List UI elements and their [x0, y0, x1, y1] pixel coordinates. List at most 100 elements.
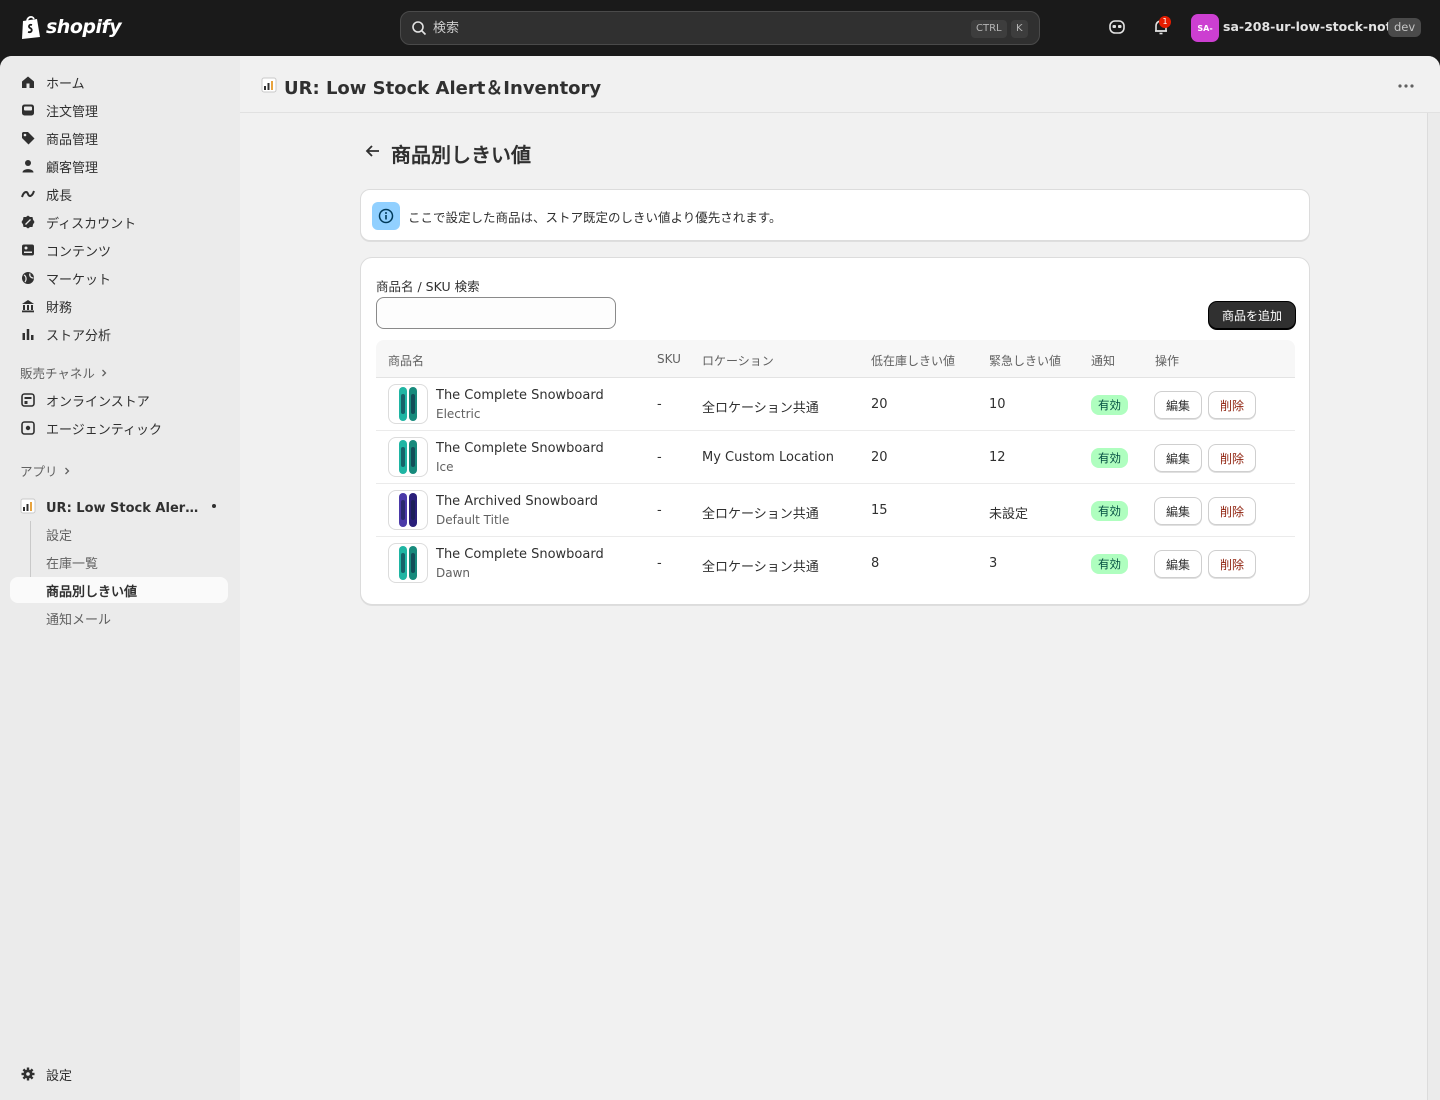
- column-header-location: ロケーション: [702, 354, 774, 368]
- chevron-right-icon: [101, 369, 107, 376]
- subnav-product-thresholds[interactable]: 商品別しきい値: [10, 577, 228, 603]
- store-icon: [20, 392, 36, 408]
- low-threshold-cell: 20: [871, 450, 888, 465]
- admin-frame: ホーム 注文管理 商品管理 顧客管理 成長 ディスカウント コンテンツ マーケッ…: [0, 56, 1440, 1100]
- sales-channels-label: 販売チャネル: [20, 366, 95, 381]
- search-input[interactable]: [433, 12, 953, 44]
- sidebar-item-discounts[interactable]: ディスカウント: [10, 209, 228, 235]
- sku-cell: -: [657, 397, 662, 412]
- app-title: UR: Low Stock Alert＆Inventory: [284, 78, 602, 99]
- notification-count-badge: 1: [1159, 16, 1171, 28]
- app-pin-dot: [212, 504, 216, 508]
- urgent-threshold-cell: 12: [989, 450, 1006, 465]
- low-threshold-cell: 15: [871, 503, 888, 518]
- sidekick-button[interactable]: [1106, 16, 1128, 38]
- status-badge: 有効: [1091, 395, 1128, 415]
- location-cell: My Custom Location: [702, 450, 834, 465]
- sidebar-item-label: 商品管理: [46, 132, 99, 148]
- product-thumbnail: [388, 384, 428, 424]
- sidebar-item-content[interactable]: コンテンツ: [10, 237, 228, 263]
- delete-button[interactable]: 削除: [1208, 497, 1256, 525]
- product-name: The Complete Snowboard: [436, 441, 604, 456]
- column-header-product: 商品名: [388, 354, 425, 368]
- subnav-settings[interactable]: 設定: [10, 521, 228, 547]
- sidebar-item-label: エージェンティック: [46, 422, 162, 438]
- table-row: The Complete Snowboard Ice - My Custom L…: [376, 431, 1295, 484]
- edit-button[interactable]: 編集: [1154, 497, 1202, 525]
- location-cell: 全ロケーション共通: [702, 401, 819, 416]
- delete-button[interactable]: 削除: [1208, 391, 1256, 419]
- apps-heading[interactable]: アプリ: [20, 461, 72, 480]
- back-button[interactable]: [362, 140, 384, 162]
- sidebar-item-label: ストア分析: [46, 328, 112, 344]
- ellipsis-icon: [1398, 84, 1414, 88]
- chevron-right-icon: [64, 467, 69, 474]
- sidebar-app-low-stock-alert[interactable]: UR: Low Stock Alert＆Inventory: [10, 493, 228, 519]
- product-sku-search-input[interactable]: [376, 297, 616, 329]
- shopify-logo[interactable]: shopify: [20, 14, 122, 40]
- edit-button[interactable]: 編集: [1154, 391, 1202, 419]
- shortcut-ctrl-key: CTRL: [971, 20, 1007, 38]
- sidebar-item-markets[interactable]: マーケット: [10, 265, 228, 291]
- sidebar-item-orders[interactable]: 注文管理: [10, 97, 228, 123]
- edit-button[interactable]: 編集: [1154, 444, 1202, 472]
- delete-button[interactable]: 削除: [1208, 550, 1256, 578]
- edit-button[interactable]: 編集: [1154, 550, 1202, 578]
- status-badge: 有効: [1091, 448, 1128, 468]
- info-banner-text: ここで設定した商品は、ストア既定のしきい値より優先されます。: [408, 210, 782, 225]
- bank-icon: [20, 298, 36, 314]
- urgent-threshold-cell: 未設定: [989, 507, 1029, 522]
- app-icon: [20, 498, 36, 514]
- sidebar-item-growth[interactable]: 成長: [10, 181, 228, 207]
- sku-cell: -: [657, 503, 662, 518]
- sidebar-item-label: マーケット: [46, 272, 112, 288]
- column-header-urgent-threshold: 緊急しきい値: [989, 354, 1062, 368]
- sales-channels-heading[interactable]: 販売チャネル: [20, 363, 109, 382]
- sidekick-icon: [1109, 20, 1125, 34]
- main-content: UR: Low Stock Alert＆Inventory 商品別しきい値 ここ…: [240, 56, 1440, 1100]
- column-header-actions: 操作: [1155, 354, 1180, 368]
- table-row: The Archived Snowboard Default Title - 全…: [376, 484, 1295, 537]
- sidebar-item-products[interactable]: 商品管理: [10, 125, 228, 151]
- sidebar-item-agentic[interactable]: エージェンティック: [10, 415, 228, 441]
- table-row: The Complete Snowboard Electric - 全ロケーショ…: [376, 378, 1295, 431]
- sidebar-item-label: ディスカウント: [46, 216, 137, 232]
- sidebar-item-label: 成長: [46, 188, 73, 204]
- sidebar-item-analytics[interactable]: ストア分析: [10, 321, 228, 347]
- growth-icon: [20, 186, 36, 202]
- table-header: 商品名 SKU ロケーション 低在庫しきい値 緊急しきい値 通知 操作: [376, 340, 1295, 378]
- product-name: The Complete Snowboard: [436, 547, 604, 562]
- more-actions-button[interactable]: [1394, 76, 1418, 96]
- agentic-icon: [20, 420, 36, 436]
- delete-button[interactable]: 削除: [1208, 444, 1256, 472]
- subnav-notification-email[interactable]: 通知メール: [10, 605, 228, 631]
- search-icon: [412, 21, 427, 36]
- discount-icon: [20, 214, 36, 230]
- sidebar-settings[interactable]: 設定: [10, 1061, 228, 1087]
- sidebar-item-label: 顧客管理: [46, 160, 99, 176]
- sidebar-item-home[interactable]: ホーム: [10, 69, 228, 95]
- subnav-inventory-list[interactable]: 在庫一覧: [10, 549, 228, 575]
- store-avatar[interactable]: SA-: [1191, 14, 1219, 42]
- page-title: 商品別しきい値: [391, 143, 531, 167]
- status-badge: 有効: [1091, 501, 1128, 521]
- add-product-button[interactable]: 商品を追加: [1209, 302, 1295, 329]
- sidebar-item-label: ホーム: [46, 76, 85, 92]
- chart-icon: [20, 326, 36, 342]
- thresholds-card: 商品名 / SKU 検索 商品を追加 商品名 SKU ロケーション 低在庫しきい…: [360, 257, 1310, 605]
- sidebar-item-online-store[interactable]: オンラインストア: [10, 387, 228, 413]
- shopify-bag-icon: [22, 15, 40, 39]
- sidebar-item-label: 注文管理: [46, 104, 99, 120]
- app-title-bar: UR: Low Stock Alert＆Inventory: [240, 56, 1440, 113]
- inbox-icon: [20, 102, 36, 118]
- product-name: The Complete Snowboard: [436, 388, 604, 403]
- global-search[interactable]: CTRL K: [400, 11, 1040, 45]
- sidebar-item-customers[interactable]: 顧客管理: [10, 153, 228, 179]
- product-thumbnail: [388, 437, 428, 477]
- low-threshold-cell: 20: [871, 397, 888, 412]
- sidebar-item-finance[interactable]: 財務: [10, 293, 228, 319]
- globe-icon: [20, 270, 36, 286]
- urgent-threshold-cell: 3: [989, 556, 998, 571]
- product-variant: Ice: [436, 460, 454, 474]
- store-name[interactable]: sa-208-ur-low-stock-notify: [1223, 19, 1409, 34]
